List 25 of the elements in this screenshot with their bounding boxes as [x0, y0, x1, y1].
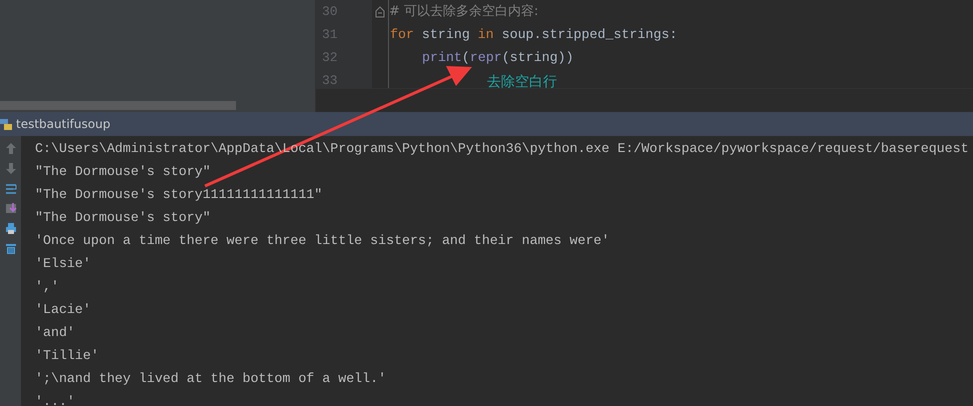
- down-arrow-icon[interactable]: [4, 162, 16, 175]
- output-line: ',': [35, 278, 60, 296]
- soft-wrap-icon[interactable]: [4, 182, 16, 195]
- output-line: '...': [35, 393, 76, 406]
- output-line: ';\nand they lived at the bottom of a well.': [35, 370, 388, 388]
- tool-window-title[interactable]: testbautifusoup: [16, 115, 110, 133]
- output-line: 'Tillie': [35, 347, 100, 365]
- code-line: for string in soup.stripped_strings:: [390, 26, 678, 44]
- print-icon[interactable]: [4, 222, 16, 235]
- fold-icon[interactable]: [375, 6, 385, 18]
- code-line: print(repr(string)): [422, 49, 574, 67]
- scrollbar[interactable]: [0, 101, 236, 110]
- up-arrow-icon[interactable]: [4, 142, 16, 155]
- output-line: 'Elsie': [35, 255, 92, 273]
- scroll-to-end-icon[interactable]: [4, 202, 16, 215]
- trash-icon[interactable]: [4, 242, 16, 255]
- output-line: 'Lacie': [35, 301, 92, 319]
- code-line: # 可以去除多余空白内容:: [389, 3, 538, 21]
- python-icon: [0, 117, 12, 131]
- annotation-text: 去除空白行: [487, 73, 557, 92]
- output-line: "The Dormouse's story11111111111111": [35, 186, 324, 204]
- output-line: 'Once upon a time there were three little sisters; and their names were': [35, 232, 611, 250]
- output-line: 'and': [35, 324, 76, 342]
- output-line: "The Dormouse's story": [35, 209, 212, 227]
- output-line: "The Dormouse's story": [35, 163, 212, 181]
